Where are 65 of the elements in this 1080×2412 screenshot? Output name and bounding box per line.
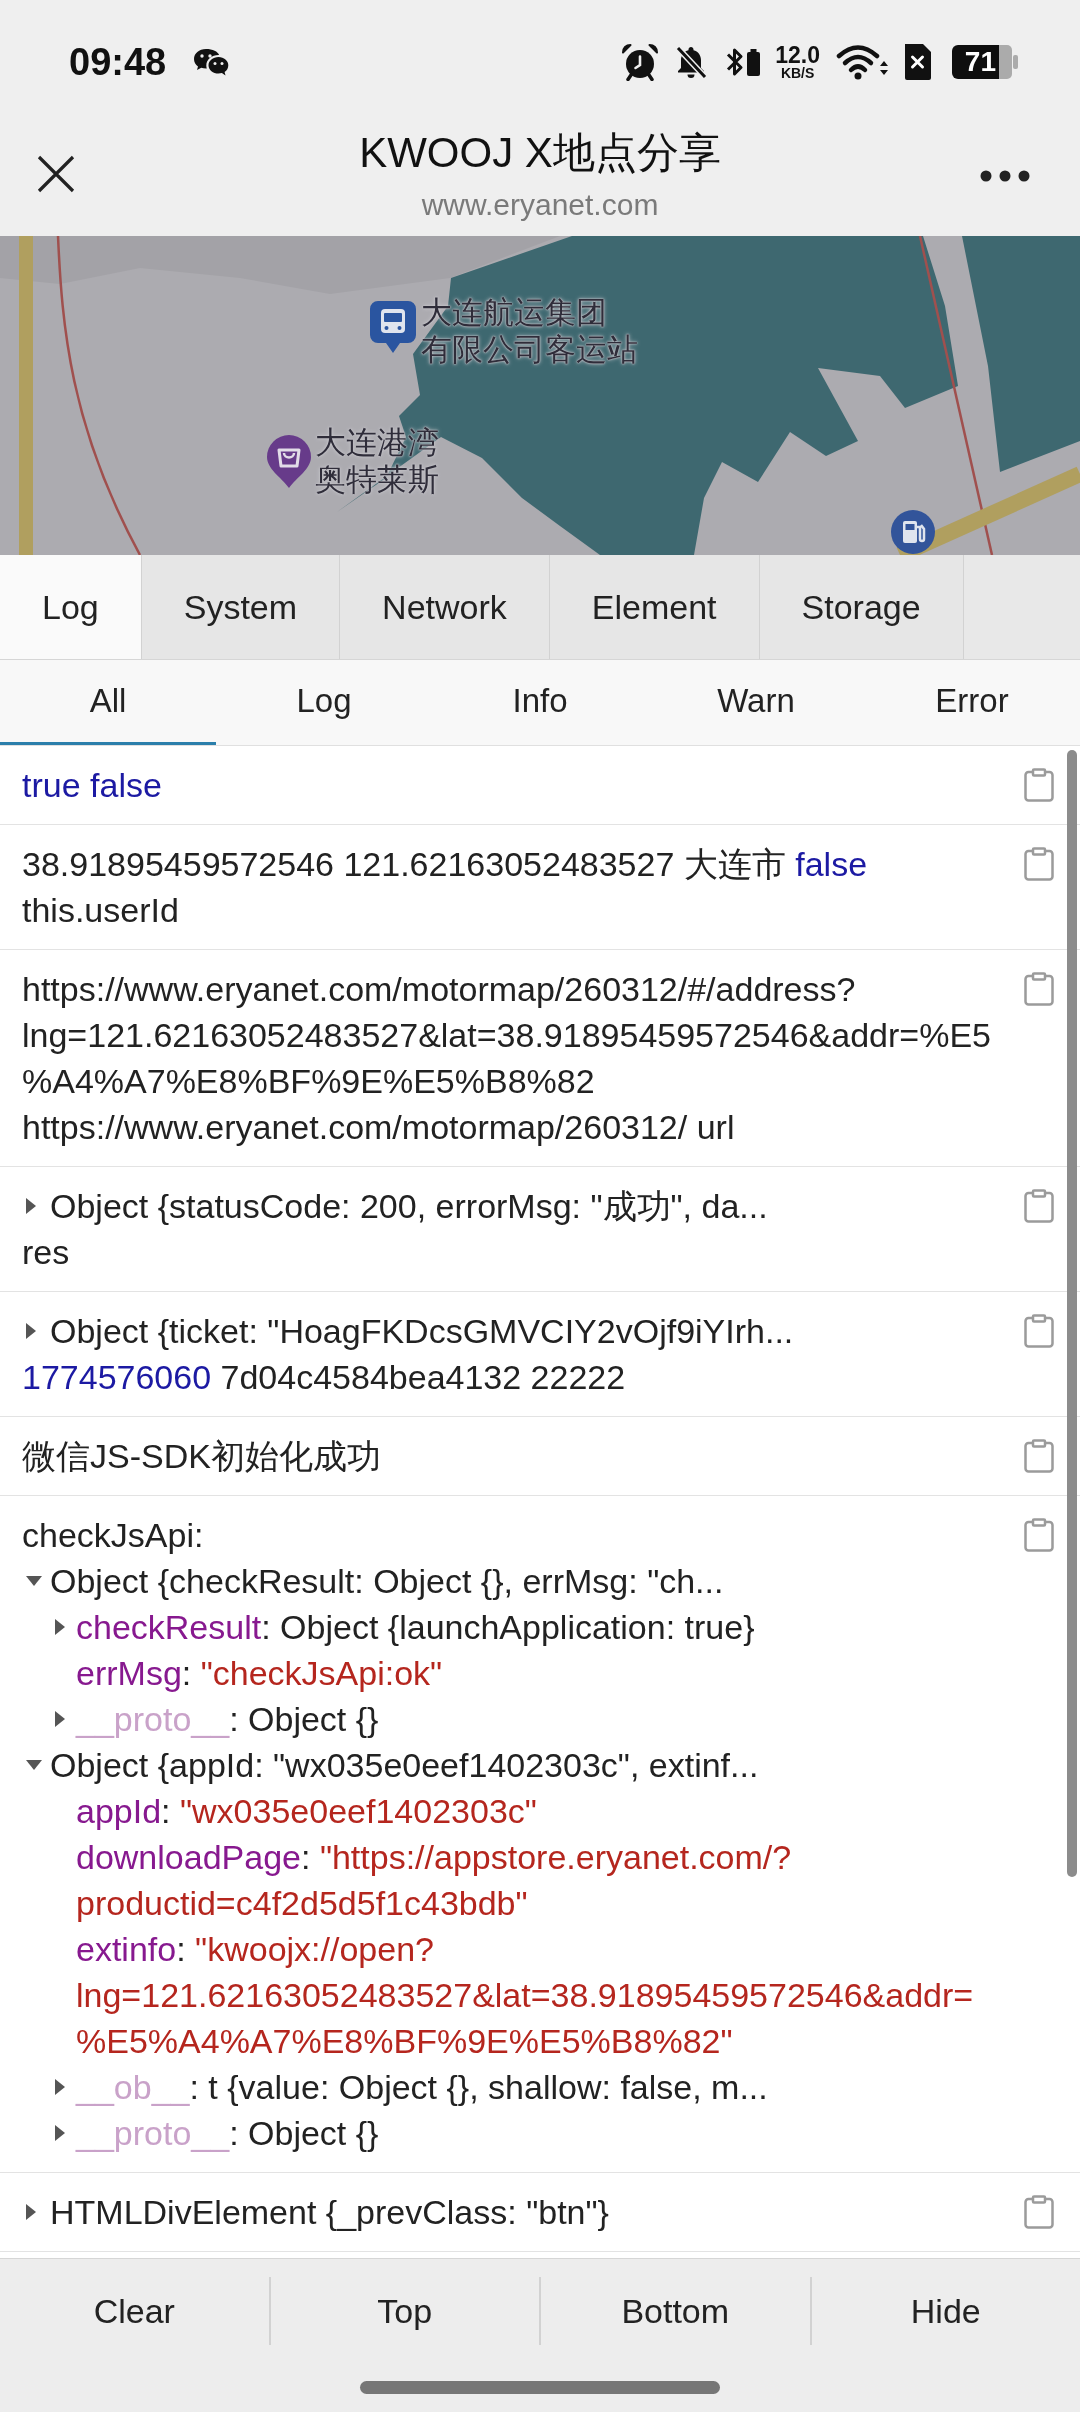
- toolbar-button[interactable]: Clear: [0, 2259, 269, 2363]
- filter-tab[interactable]: Warn: [648, 660, 864, 745]
- property-line: errMsg: "checkJsApi:ok": [76, 1653, 444, 1694]
- property-line: __proto__: Object {}: [76, 2113, 380, 2154]
- battery-percent: 71: [952, 45, 999, 79]
- copy-icon[interactable]: [1024, 972, 1054, 1006]
- page-url: www.eryanet.com: [421, 187, 659, 223]
- page-title: KWOOJ X地点分享: [359, 128, 721, 178]
- toolbar-button[interactable]: Bottom: [541, 2259, 810, 2363]
- network-speed: 12.0: [775, 43, 820, 66]
- log-message: https://www.eryanet.com/motormap/260312/#/address?lng=121.62163052483527&lat=38.91895459572546&addr=%E5%A4%A7%E8%BF%9E%E5%B8%82 https://www.eryanet.com/motormap/260312/ url: [22, 969, 992, 1148]
- object-summary: Object {ticket: "HoagFKDcsGMVCIY2vOjf9iYIrh...: [50, 1311, 795, 1352]
- copy-icon[interactable]: [1024, 1439, 1054, 1473]
- caret-right-icon[interactable]: [26, 1198, 36, 1214]
- toolbar-button[interactable]: Hide: [811, 2259, 1080, 2363]
- caret-right-icon[interactable]: [55, 2125, 65, 2141]
- sim-card-icon: [902, 42, 933, 82]
- bus-stop-pin-icon[interactable]: [368, 299, 418, 355]
- copy-icon[interactable]: [1024, 1518, 1054, 1552]
- property-line: __ob__: t {value: Object {}, shallow: false, m...: [76, 2067, 769, 2108]
- caret-down-icon[interactable]: [26, 1760, 42, 1770]
- status-time: 09:48: [69, 40, 167, 84]
- caret-right-icon[interactable]: [55, 1619, 65, 1635]
- log-message: 微信JS-SDK初始化成功: [22, 1436, 382, 1477]
- battery-icon: [999, 45, 1019, 79]
- property-line: extinfo: "kwoojx://open?lng=121.62163052483527&lat=38.91895459572546&addr=%E5%A4%A7%E8%BF%9E%E5%B8%82": [76, 1929, 975, 2062]
- log-message: 38.91895459572546 121.62163052483527 大连市 false this.userId: [22, 844, 869, 931]
- caret-right-icon[interactable]: [26, 1323, 36, 1339]
- log-message: checkJsApi:: [22, 1515, 205, 1556]
- alarm-clock-icon: [621, 43, 660, 81]
- chat-bubbles-icon: [193, 46, 230, 78]
- copy-icon[interactable]: [1024, 847, 1054, 881]
- shopping-bag-pin-icon[interactable]: [265, 433, 313, 489]
- caret-right-icon[interactable]: [55, 1711, 65, 1727]
- object-summary: HTMLDivElement {_prevClass: "btn"}: [50, 2192, 610, 2233]
- fuel-pump-pin-icon[interactable]: [888, 509, 938, 555]
- more-icon[interactable]: [980, 170, 1030, 182]
- toolbar-button[interactable]: Top: [270, 2259, 539, 2363]
- scrollbar[interactable]: [1067, 750, 1077, 1877]
- caret-right-icon[interactable]: [55, 2079, 65, 2095]
- close-icon[interactable]: [36, 154, 76, 194]
- object-summary: Object {appId: "wx035e0eef1402303c", extinf...: [50, 1745, 760, 1786]
- log-message: 1774576060 7d04c4584bea4132 22222: [22, 1357, 627, 1398]
- copy-icon[interactable]: [1024, 2195, 1054, 2229]
- small-battery-icon: [747, 48, 761, 76]
- filter-tab[interactable]: Info: [432, 660, 648, 745]
- network-speed-unit: KB/S: [780, 65, 815, 81]
- copy-icon[interactable]: [1024, 1189, 1054, 1223]
- panel-tab[interactable]: Log: [0, 555, 142, 659]
- object-summary: Object {checkResult: Object {}, errMsg: "ch...: [50, 1561, 725, 1602]
- property-line: __proto__: Object {}: [76, 1699, 380, 1740]
- wifi-icon: [836, 43, 888, 81]
- caret-down-icon[interactable]: [26, 1576, 42, 1586]
- property-line: appId: "wx035e0eef1402303c": [76, 1791, 538, 1832]
- copy-icon[interactable]: [1024, 1314, 1054, 1348]
- filter-tab[interactable]: Log: [216, 660, 432, 745]
- property-line: checkResult: Object {launchApplication: true}: [76, 1607, 756, 1648]
- filter-tab[interactable]: Error: [864, 660, 1080, 745]
- property-line: downloadPage: "https://appstore.eryanet.com/?productid=c4f2d5d5f1c43bdb": [76, 1837, 793, 1924]
- caret-right-icon[interactable]: [26, 2204, 36, 2220]
- filter-tab[interactable]: All: [0, 660, 216, 745]
- log-message: res: [22, 1232, 71, 1273]
- copy-icon[interactable]: [1024, 768, 1054, 802]
- object-summary: Object {statusCode: 200, errorMsg: "成功", da...: [50, 1186, 769, 1227]
- log-message: true false: [22, 765, 163, 806]
